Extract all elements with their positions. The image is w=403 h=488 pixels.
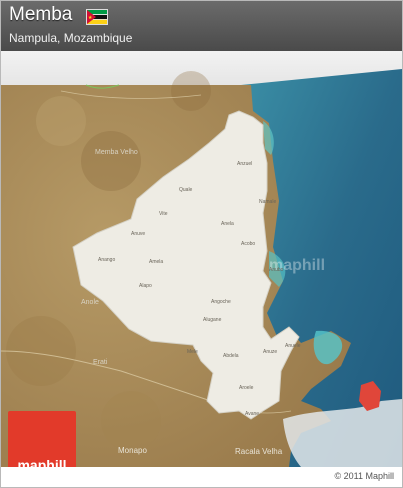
place-label: Alugane	[203, 317, 222, 323]
place-label: Anole	[81, 299, 99, 306]
place-label: Anuele	[285, 343, 301, 349]
place-label: Vite	[159, 211, 168, 217]
place-label: Acobo	[241, 241, 256, 247]
place-label: Memba Velho	[95, 149, 138, 156]
place-label: Alapo	[139, 283, 152, 289]
place-label: Anuve	[131, 231, 146, 237]
map-canvas	[1, 51, 402, 467]
satellite-map[interactable]: maphill Anzuel Quale Vite Anela Anango A…	[1, 51, 402, 467]
footer: © 2011 Maphill	[1, 467, 402, 487]
place-label: Namale	[259, 199, 277, 205]
place-label: Anela	[221, 221, 234, 227]
header-bar: Memba Nampula, Mozambique	[1, 1, 402, 51]
mozambique-flag-icon	[86, 9, 108, 25]
place-label: Quale	[179, 187, 193, 193]
place-label: Avane	[245, 411, 260, 417]
place-label: Anango	[98, 257, 116, 263]
page-subtitle: Nampula, Mozambique	[9, 31, 133, 45]
place-label: Monapo	[118, 446, 147, 455]
place-label: Anubo	[269, 267, 284, 273]
place-label: Angoche	[211, 299, 231, 305]
place-label: Amela	[149, 259, 164, 265]
place-label: Erati	[93, 359, 108, 366]
place-label: Anzuel	[237, 161, 253, 167]
place-label: Racala Velha	[235, 447, 283, 456]
copyright-text: © 2011 Maphill	[334, 471, 395, 481]
page-title: Memba	[9, 4, 73, 25]
place-label: Abdela	[223, 353, 239, 359]
place-label: Mele	[187, 349, 198, 355]
map-frame: Memba Nampula, Mozambique maphill Anzuel…	[0, 0, 403, 488]
place-label: Aroele	[239, 385, 254, 391]
place-label: Anuze	[263, 349, 278, 355]
